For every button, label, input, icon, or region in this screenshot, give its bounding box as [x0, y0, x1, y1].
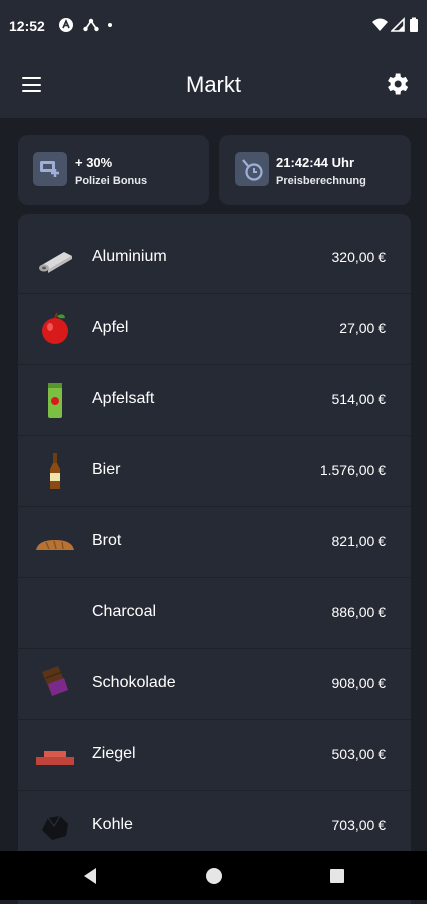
police-bonus-icon	[33, 152, 67, 186]
app-bar: Markt	[0, 52, 427, 118]
item-price: 514,00 €	[331, 391, 387, 407]
beer-bottle-icon	[50, 453, 60, 489]
brick-icon	[36, 751, 74, 765]
item-price: 1.576,00 €	[319, 462, 386, 478]
price-calculation-card: 21:42:44 Uhr Preisberechnung	[219, 135, 411, 205]
item-name: Kohle	[92, 816, 133, 833]
item-price: 886,00 €	[331, 604, 387, 620]
item-name: Apfelsaft	[92, 390, 155, 407]
system-navigation-bar	[0, 851, 427, 900]
price-calculation-time: 21:42:44 Uhr	[276, 155, 355, 170]
market-item-apfel[interactable]: Apfel 27,00 €	[18, 293, 411, 365]
home-icon[interactable]	[203, 865, 225, 887]
gear-icon	[388, 73, 409, 95]
market-item-aluminium[interactable]: Aluminium 320,00 €	[18, 222, 411, 294]
recents-icon[interactable]	[326, 865, 348, 887]
item-name: Schokolade	[92, 674, 176, 691]
wifi-icon	[372, 18, 388, 31]
price-calculation-label: Preisberechnung	[276, 175, 366, 187]
item-price: 320,00 €	[331, 249, 387, 265]
status-time: 12:52	[9, 18, 45, 34]
item-name: Brot	[92, 532, 122, 549]
police-bonus-card: + 30% Polizei Bonus	[18, 135, 209, 205]
bread-icon	[36, 540, 74, 550]
item-price: 503,00 €	[331, 746, 387, 762]
chocolate-icon	[42, 666, 68, 696]
back-icon[interactable]	[79, 865, 101, 887]
item-name: Apfel	[92, 319, 129, 336]
more-notifications-dot-icon	[108, 23, 112, 27]
cellular-signal-icon	[391, 17, 405, 32]
market-item-schokolade[interactable]: Schokolade 908,00 €	[18, 648, 411, 720]
item-price: 908,00 €	[331, 675, 387, 691]
apple-icon	[42, 312, 68, 344]
page-title: Markt	[186, 72, 241, 97]
aluminium-roll-icon	[39, 252, 72, 273]
market-item-apfelsaft[interactable]: Apfelsaft 514,00 €	[18, 364, 411, 436]
apple-juice-icon	[48, 383, 62, 418]
market-item-ziegel[interactable]: Ziegel 503,00 €	[18, 719, 411, 791]
item-name: Aluminium	[92, 248, 167, 265]
police-bonus-value: + 30%	[75, 155, 113, 170]
timer-icon	[235, 152, 269, 186]
coal-icon	[42, 815, 68, 840]
battery-icon	[410, 17, 418, 32]
item-price: 821,00 €	[331, 533, 387, 549]
market-item-charcoal[interactable]: Charcoal 886,00 €	[18, 577, 411, 649]
market-item-bier[interactable]: Bier 1.576,00 €	[18, 435, 411, 507]
link-notification-icon	[83, 18, 99, 32]
market-item-brot[interactable]: Brot 821,00 €	[18, 506, 411, 578]
item-price: 703,00 €	[331, 817, 387, 833]
item-name: Charcoal	[92, 603, 157, 620]
item-name: Bier	[92, 461, 121, 478]
item-price: 27,00 €	[339, 320, 386, 336]
autofill-notification-icon	[59, 18, 73, 32]
settings-button[interactable]	[383, 70, 411, 98]
market-list: Aluminium 320,00 € Apfel 27,00 € Apfelsa…	[18, 214, 411, 904]
police-bonus-label: Polizei Bonus	[75, 175, 148, 187]
item-name: Ziegel	[92, 745, 136, 762]
status-bar: 12:52	[0, 0, 427, 52]
